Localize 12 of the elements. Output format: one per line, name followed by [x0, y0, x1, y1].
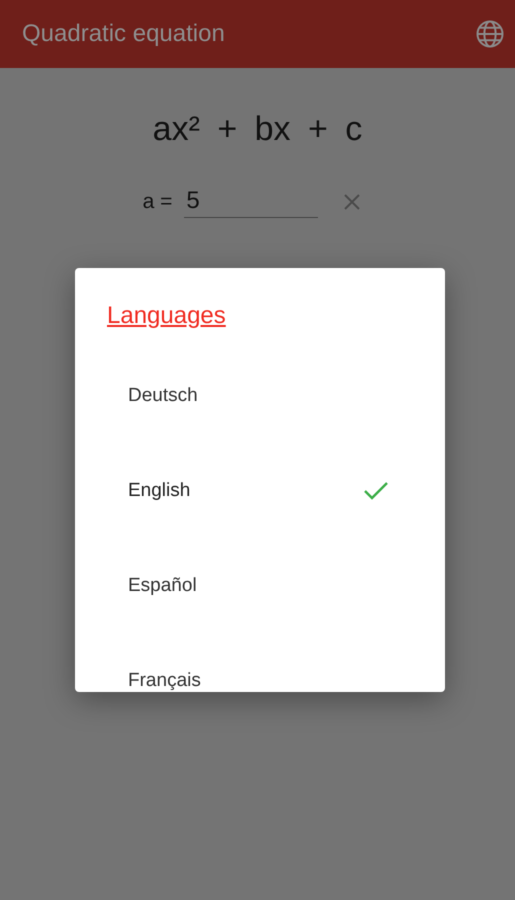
coefficient-field[interactable]: 5 — [184, 185, 318, 218]
clear-icon[interactable] — [342, 192, 362, 212]
checkmark-icon — [363, 480, 389, 500]
coefficient-label: a = — [142, 190, 172, 214]
globe-icon[interactable] — [475, 19, 505, 49]
language-option[interactable]: Deutsch — [75, 348, 445, 443]
language-option[interactable]: Español — [75, 538, 445, 633]
language-option[interactable]: Français — [75, 633, 445, 692]
dialog-title: Languages — [107, 302, 226, 330]
language-option[interactable]: English — [75, 443, 445, 538]
formula: ax² + bx + c — [152, 110, 362, 149]
app-title: Quadratic equation — [22, 20, 225, 48]
